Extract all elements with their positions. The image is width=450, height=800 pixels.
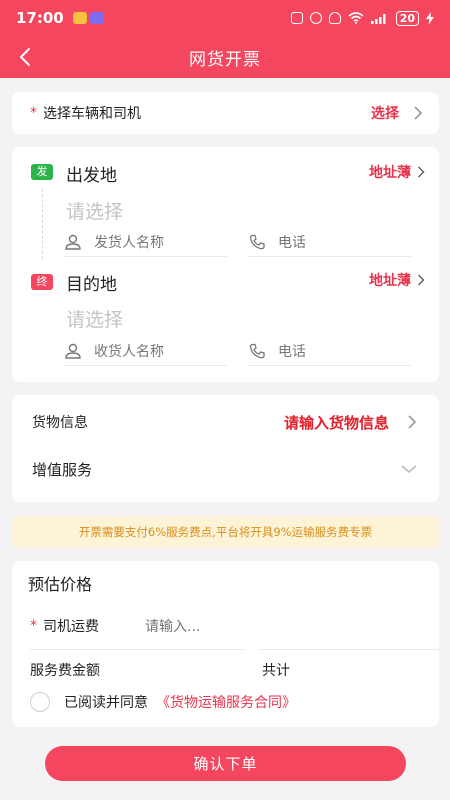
status-bar: 17:00 20 bbox=[0, 0, 450, 36]
consignee-name-field[interactable]: 收货人名称 bbox=[64, 336, 227, 366]
goods-info-row[interactable]: 货物信息 请输入货物信息 bbox=[12, 397, 439, 447]
confirm-order-button[interactable]: 确认下单 bbox=[45, 746, 406, 781]
nav-bar: 网货开票 bbox=[0, 36, 450, 78]
wifi-icon bbox=[348, 12, 364, 24]
page-title: 网货开票 bbox=[189, 49, 261, 70]
price-card: 预估价格 * 司机运费 服务费金额 共计 已阅读并同意 《货物运输服务合同》 bbox=[12, 561, 439, 727]
agreement-radio[interactable] bbox=[30, 692, 50, 712]
route-dashed-line bbox=[42, 189, 43, 259]
origin-title: 出发地 bbox=[66, 166, 117, 186]
origin-address-book-link[interactable]: 地址薄 bbox=[369, 162, 411, 182]
notification-app-icon bbox=[72, 12, 87, 24]
destination-address-book-link[interactable]: 地址薄 bbox=[369, 270, 411, 290]
service-fee-notice: 开票需要支付6%服务费点,平台将开具9%运输服务费专票 bbox=[12, 516, 439, 548]
goods-info-value[interactable]: 请输入货物信息 bbox=[284, 412, 389, 433]
shipper-name-placeholder: 发货人名称 bbox=[94, 234, 164, 251]
battery-icon: 20 bbox=[395, 10, 419, 26]
agreement-text: 已阅读并同意 bbox=[64, 695, 148, 711]
required-mark: * bbox=[30, 618, 37, 634]
divider bbox=[30, 649, 244, 650]
select-vehicle-label: 选择车辆和司机 bbox=[43, 106, 141, 122]
divider bbox=[260, 649, 439, 650]
destination-phone-field[interactable]: 电话 bbox=[248, 336, 411, 366]
address-card: 发 出发地 地址薄 请选择 发货人名称 电话 终 目的地 地址薄 请选择 收货人… bbox=[12, 147, 439, 382]
chevron-right-icon bbox=[417, 166, 425, 178]
alarm-icon bbox=[309, 12, 322, 24]
agreement-row[interactable]: 已阅读并同意 《货物运输服务合同》 bbox=[30, 692, 296, 712]
nfc-icon bbox=[290, 12, 303, 24]
destination-phone-placeholder: 电话 bbox=[278, 343, 306, 360]
select-vehicle-driver-row[interactable]: * 选择车辆和司机 选择 bbox=[12, 92, 439, 134]
mute-icon bbox=[328, 12, 341, 24]
origin-phone-field[interactable]: 电话 bbox=[248, 227, 411, 257]
contract-link[interactable]: 《货物运输服务合同》 bbox=[156, 692, 296, 712]
phone-icon bbox=[249, 234, 265, 249]
status-time: 17:00 bbox=[16, 9, 64, 27]
chevron-right-icon bbox=[417, 274, 425, 286]
charging-icon bbox=[426, 11, 434, 25]
chevron-right-icon bbox=[408, 415, 417, 429]
driver-freight-label-row: * 司机运费 bbox=[30, 616, 99, 636]
message-app-icon bbox=[89, 12, 104, 24]
origin-select-field[interactable]: 请选择 bbox=[66, 197, 123, 224]
origin-phone-placeholder: 电话 bbox=[278, 234, 306, 251]
destination-tag: 终 bbox=[31, 274, 53, 290]
origin-tag: 发 bbox=[31, 164, 53, 180]
person-icon bbox=[65, 234, 81, 250]
destination-title: 目的地 bbox=[66, 275, 117, 295]
value-added-service-label: 增值服务 bbox=[32, 460, 93, 479]
status-icons: 20 bbox=[290, 10, 434, 26]
total-label: 共计 bbox=[262, 663, 290, 679]
back-arrow-icon[interactable] bbox=[16, 46, 38, 68]
estimated-price-title: 预估价格 bbox=[28, 575, 93, 594]
person-icon bbox=[65, 343, 81, 359]
service-fee-label: 服务费金额 bbox=[30, 663, 100, 679]
goods-info-label: 货物信息 bbox=[32, 415, 88, 431]
phone-icon bbox=[249, 343, 265, 358]
shipper-name-field[interactable]: 发货人名称 bbox=[64, 227, 227, 257]
goods-info-card: 货物信息 请输入货物信息 增值服务 bbox=[12, 395, 439, 502]
signal-icon bbox=[370, 14, 386, 24]
consignee-name-placeholder: 收货人名称 bbox=[94, 343, 164, 360]
value-added-service-row[interactable]: 增值服务 bbox=[12, 444, 439, 494]
driver-freight-input[interactable] bbox=[145, 616, 285, 638]
destination-select-field[interactable]: 请选择 bbox=[66, 305, 123, 332]
chevron-right-icon bbox=[414, 106, 423, 120]
required-mark: * bbox=[30, 105, 37, 121]
select-vehicle-button[interactable]: 选择 bbox=[371, 103, 399, 123]
driver-freight-label: 司机运费 bbox=[43, 619, 99, 635]
chevron-down-icon[interactable] bbox=[401, 464, 417, 474]
